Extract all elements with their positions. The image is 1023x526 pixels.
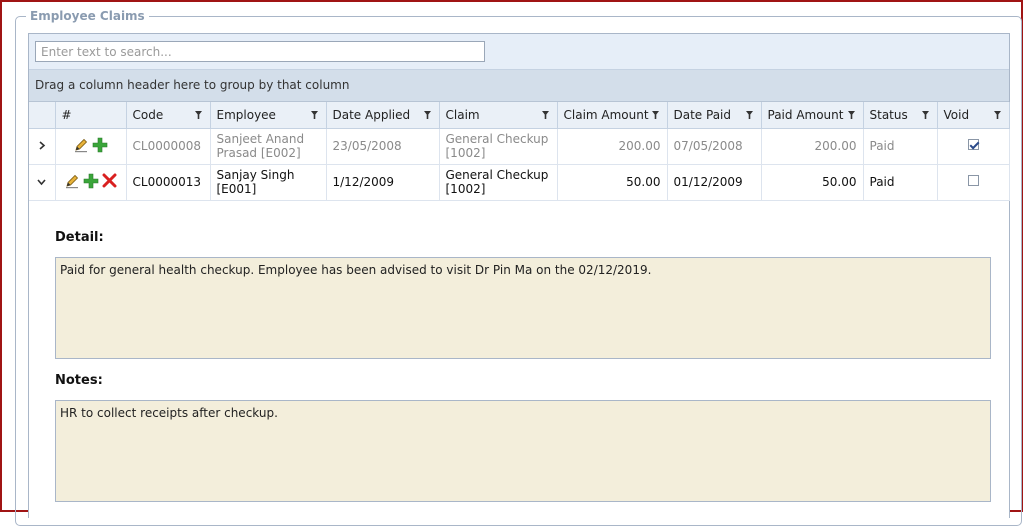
table-row[interactable]: CL0000008 Sanjeet Anand Prasad [E002] 23/… — [29, 128, 1010, 165]
detail-textbox[interactable]: Paid for general health checkup. Employe… — [55, 257, 991, 359]
cell-employee: Sanjeet Anand Prasad [E002] — [210, 128, 327, 165]
cell-date-applied: 1/12/2009 — [326, 164, 440, 201]
header-row: # Code Employee Date Applied Claim Claim… — [29, 102, 1010, 129]
table-row[interactable]: CL0000013 Sanjay Singh [E001] 1/12/2009 G… — [29, 164, 1010, 201]
group-by-panel[interactable]: Drag a column header here to group by th… — [29, 70, 1009, 102]
claims-table: # Code Employee Date Applied Claim Claim… — [29, 102, 1010, 201]
pencil-icon[interactable] — [73, 137, 89, 153]
search-input[interactable] — [35, 41, 485, 62]
cell-status: Paid — [863, 164, 938, 201]
header-employee[interactable]: Employee — [210, 102, 327, 129]
claims-grid-panel: Drag a column header here to group by th… — [28, 33, 1010, 519]
filter-funnel-icon[interactable] — [745, 111, 753, 119]
filter-funnel-icon[interactable] — [847, 111, 855, 119]
search-bar — [29, 34, 1009, 70]
header-date-applied[interactable]: Date Applied — [326, 102, 440, 129]
cell-status: Paid — [863, 128, 938, 165]
chevron-right-icon[interactable] — [38, 141, 46, 150]
chevron-down-icon[interactable] — [37, 178, 46, 186]
row-actions — [55, 164, 127, 201]
plus-icon[interactable] — [83, 173, 99, 189]
row-expander[interactable] — [29, 164, 56, 201]
notes-textbox[interactable]: HR to collect receipts after checkup. — [55, 400, 991, 502]
cell-void — [937, 164, 1010, 201]
row-actions — [55, 128, 127, 165]
detail-label: Detail: — [55, 230, 104, 245]
header-claim[interactable]: Claim — [439, 102, 558, 129]
header-paid-amount[interactable]: Paid Amount — [761, 102, 864, 129]
header-void[interactable]: Void — [937, 102, 1010, 129]
cell-employee: Sanjay Singh [E001] — [210, 164, 327, 201]
cell-claim-amount: 50.00 — [557, 164, 668, 201]
header-date-paid[interactable]: Date Paid — [667, 102, 762, 129]
cell-code: CL0000008 — [126, 128, 211, 165]
cell-void — [937, 128, 1010, 165]
void-checkbox[interactable] — [967, 175, 979, 186]
cell-claim: General Checkup [1002] — [439, 164, 558, 201]
cell-date-paid: 01/12/2009 — [667, 164, 762, 201]
cell-claim-amount: 200.00 — [557, 128, 668, 165]
filter-funnel-icon[interactable] — [921, 111, 929, 119]
filter-funnel-icon[interactable] — [993, 111, 1001, 119]
cell-date-paid: 07/05/2008 — [667, 128, 762, 165]
row-expander[interactable] — [29, 128, 56, 165]
cell-paid-amount: 200.00 — [761, 128, 864, 165]
panel-title: Employee Claims — [26, 9, 149, 23]
header-expand — [29, 102, 56, 129]
void-checkbox[interactable] — [967, 139, 979, 150]
row-detail-panel: Detail: Paid for general health checkup.… — [29, 201, 1009, 519]
filter-funnel-icon[interactable] — [310, 111, 318, 119]
pencil-icon[interactable] — [64, 173, 80, 189]
notes-label: Notes: — [55, 373, 103, 388]
delete-x-icon[interactable] — [102, 173, 117, 188]
filter-funnel-icon[interactable] — [423, 111, 431, 119]
header-status[interactable]: Status — [863, 102, 938, 129]
header-hash[interactable]: # — [55, 102, 127, 129]
cell-code: CL0000013 — [126, 164, 211, 201]
cell-claim: General Checkup [1002] — [439, 128, 558, 165]
cell-paid-amount: 50.00 — [761, 164, 864, 201]
window-frame: Employee Claims Drag a column header her… — [0, 0, 1023, 526]
filter-funnel-icon[interactable] — [651, 111, 659, 119]
cell-date-applied: 23/05/2008 — [326, 128, 440, 165]
plus-icon[interactable] — [92, 137, 108, 153]
filter-funnel-icon[interactable] — [541, 111, 549, 119]
header-code[interactable]: Code — [126, 102, 211, 129]
filter-funnel-icon[interactable] — [194, 111, 202, 119]
header-claim-amount[interactable]: Claim Amount — [557, 102, 668, 129]
